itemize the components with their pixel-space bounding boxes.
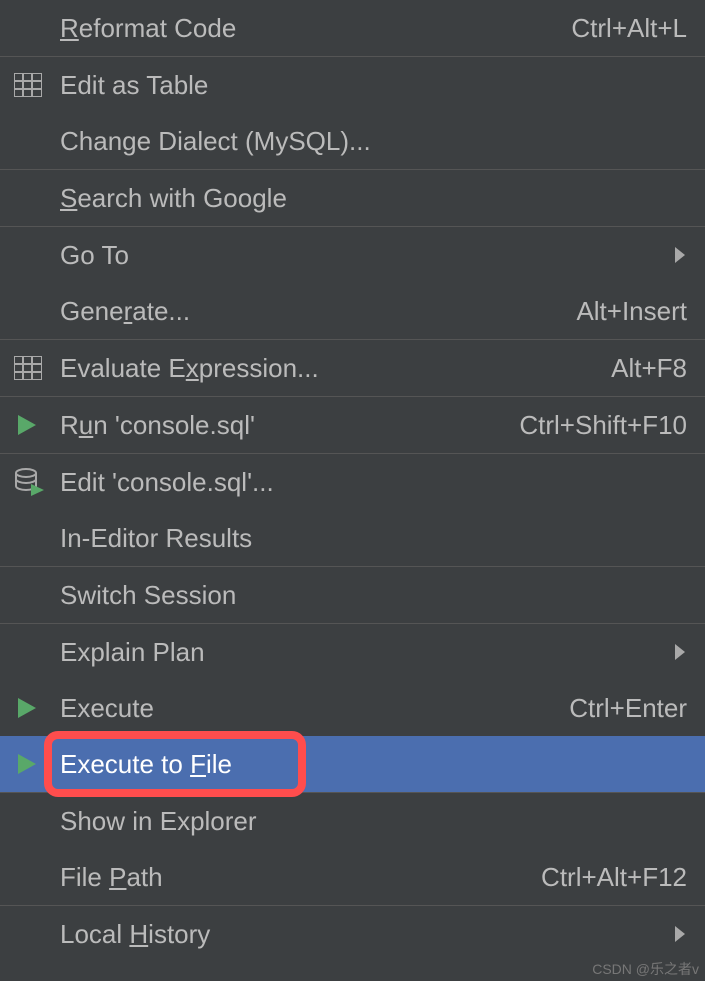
menu-item-label: Edit 'console.sql'...: [60, 467, 687, 498]
menu-item-show-in-explorer[interactable]: Show in Explorer: [0, 793, 705, 849]
menu-item-run-console-sql[interactable]: Run 'console.sql' Ctrl+Shift+F10: [0, 397, 705, 453]
menu-item-shortcut: Alt+Insert: [576, 296, 687, 327]
menu-item-shortcut: Alt+F8: [611, 353, 687, 384]
menu-item-label: Search with Google: [60, 183, 687, 214]
submenu-arrow-icon: [673, 245, 687, 265]
menu-item-execute-to-file[interactable]: Execute to File: [0, 736, 705, 792]
submenu-arrow-icon: [673, 642, 687, 662]
run-icon: [14, 696, 60, 720]
db-run-icon: [14, 468, 60, 496]
menu-item-edit-console-sql[interactable]: Edit 'console.sql'...: [0, 454, 705, 510]
context-menu: Reformat Code Ctrl+Alt+L Edit as Table Cha…: [0, 0, 705, 962]
menu-item-shortcut: Ctrl+Alt+L: [571, 13, 687, 44]
menu-item-label: Run 'console.sql': [60, 410, 499, 441]
menu-item-execute[interactable]: Execute Ctrl+Enter: [0, 680, 705, 736]
menu-item-shortcut: Ctrl+Enter: [569, 693, 687, 724]
menu-item-label: Change Dialect (MySQL)...: [60, 126, 687, 157]
menu-item-label: Reformat Code: [60, 13, 551, 44]
run-icon: [14, 752, 60, 776]
menu-item-edit-as-table[interactable]: Edit as Table: [0, 57, 705, 113]
menu-item-label: Switch Session: [60, 580, 687, 611]
menu-item-label: Go To: [60, 240, 673, 271]
menu-item-explain-plan[interactable]: Explain Plan: [0, 624, 705, 680]
menu-item-local-history[interactable]: Local History: [0, 906, 705, 962]
submenu-arrow-icon: [673, 924, 687, 944]
watermark: CSDN @乐之者v: [592, 959, 699, 979]
menu-item-search-with-google[interactable]: Search with Google: [0, 170, 705, 226]
run-icon: [14, 413, 60, 437]
table-icon: [14, 356, 60, 380]
menu-item-reformat-code[interactable]: Reformat Code Ctrl+Alt+L: [0, 0, 705, 56]
menu-item-shortcut: Ctrl+Alt+F12: [541, 862, 687, 893]
menu-item-label: Generate...: [60, 296, 556, 327]
menu-item-label: Local History: [60, 919, 673, 950]
menu-item-label: Show in Explorer: [60, 806, 687, 837]
menu-item-label: Evaluate Expression...: [60, 353, 591, 384]
menu-item-label: File Path: [60, 862, 521, 893]
menu-item-go-to[interactable]: Go To: [0, 227, 705, 283]
table-icon: [14, 73, 60, 97]
menu-item-generate[interactable]: Generate... Alt+Insert: [0, 283, 705, 339]
menu-item-label: In-Editor Results: [60, 523, 687, 554]
menu-item-label: Execute: [60, 693, 549, 724]
menu-item-label: Edit as Table: [60, 70, 687, 101]
menu-item-label: Execute to File: [60, 749, 687, 780]
menu-item-shortcut: Ctrl+Shift+F10: [519, 410, 687, 441]
menu-item-in-editor-results[interactable]: In-Editor Results: [0, 510, 705, 566]
menu-item-change-dialect-mysql[interactable]: Change Dialect (MySQL)...: [0, 113, 705, 169]
menu-item-label: Explain Plan: [60, 637, 673, 668]
menu-item-switch-session[interactable]: Switch Session: [0, 567, 705, 623]
menu-item-evaluate-expression[interactable]: Evaluate Expression... Alt+F8: [0, 340, 705, 396]
menu-item-file-path[interactable]: File Path Ctrl+Alt+F12: [0, 849, 705, 905]
